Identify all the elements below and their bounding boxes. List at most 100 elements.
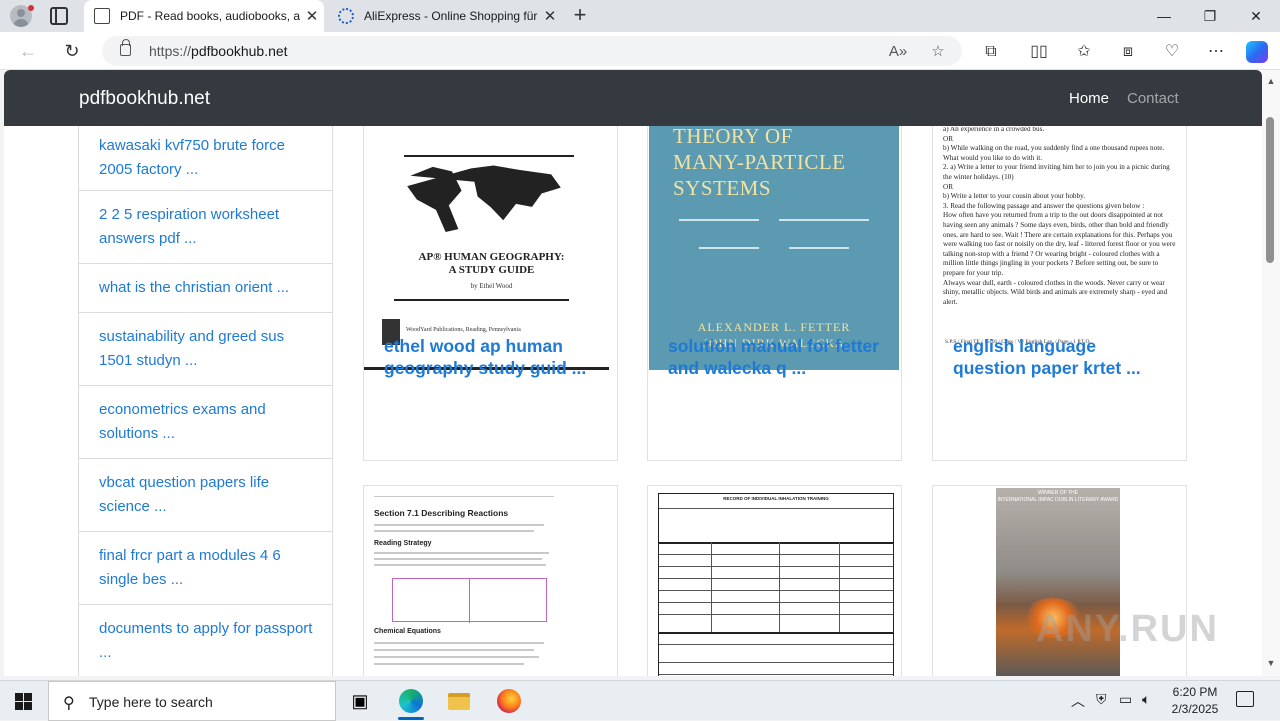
more-menu-icon[interactable]: ⋯: [1204, 41, 1228, 63]
cover-author: by Ethel Wood: [470, 282, 513, 290]
close-tab-icon[interactable]: ✕: [538, 7, 562, 25]
performance-icon[interactable]: ♡: [1160, 41, 1184, 63]
file-explorer-icon[interactable]: [444, 687, 474, 715]
form-column-rule: [839, 542, 840, 632]
cover-rule: [394, 299, 569, 301]
page-heading: Section 7.1 Describing Reactions: [374, 508, 509, 518]
book-cover-image[interactable]: RECORD OF INDIVIDUAL INHALATION TRAINING: [648, 486, 901, 676]
copilot-icon[interactable]: [1246, 41, 1268, 63]
page-line: [374, 552, 549, 554]
address-bar[interactable]: https://pdfbookhub.net A» ☆: [102, 36, 962, 66]
page-subheading: Chemical Equations: [374, 628, 441, 635]
back-icon[interactable]: ←: [14, 38, 42, 64]
book-card[interactable]: a) An experience in a crowded bus. OR b)…: [932, 70, 1187, 461]
firefox-icon[interactable]: [494, 687, 524, 715]
new-tab-icon[interactable]: +: [568, 4, 592, 28]
cover-publisher: WoodYard Publications, Reading, Pennsylv…: [406, 327, 521, 333]
form-rule: [659, 644, 893, 645]
extensions-icon[interactable]: ⧉: [979, 41, 1003, 63]
windows-start-icon[interactable]: [15, 693, 32, 710]
sidebar-link[interactable]: econometrics exams and solutions ...: [79, 385, 332, 458]
site-navbar: pdfbookhub.net Home Contact: [4, 70, 1262, 126]
notification-center-icon[interactable]: [1236, 691, 1254, 707]
tab-aliexpress[interactable]: AliExpress - Online Shopping für ✕: [328, 0, 562, 32]
page-scrollbar[interactable]: ▲ ▼: [1262, 70, 1280, 676]
form-column-rule: [711, 542, 712, 632]
cover-ornament: [699, 247, 759, 249]
book-title-link[interactable]: ethel wood ap human geography study guid…: [384, 335, 604, 379]
form-rule: [659, 590, 893, 591]
book-title-link[interactable]: english language question paper krtet ..…: [953, 335, 1173, 379]
minimize-icon[interactable]: —: [1141, 0, 1187, 32]
url-text[interactable]: https://pdfbookhub.net: [149, 43, 288, 59]
form-title: RECORD OF INDIVIDUAL INHALATION TRAINING: [723, 496, 829, 501]
page-line: [374, 564, 546, 566]
anyrun-watermark: ANY.RUN: [1036, 608, 1219, 650]
favorites-icon[interactable]: ✩: [1072, 41, 1096, 63]
book-title-link[interactable]: solution manual for fetter and walecka q…: [668, 335, 888, 379]
form-rule: [659, 542, 893, 544]
tab-title: PDF - Read books, audiobooks, a: [120, 9, 300, 23]
cover-award-text: WINNER OF THE INTERNATIONAL IMPAC DUBLIN…: [997, 490, 1119, 503]
form-rule: [659, 508, 893, 509]
close-tab-icon[interactable]: ✕: [300, 7, 324, 25]
loading-favicon-icon: [338, 8, 354, 24]
taskbar-clock[interactable]: 6:20 PM 2/3/2025: [1165, 684, 1225, 718]
cover-ornament: [789, 247, 849, 249]
form-frame: RECORD OF INDIVIDUAL INHALATION TRAINING: [658, 493, 894, 676]
page-line: [374, 496, 554, 497]
cover-title: THEORY OF MANY-PARTICLE SYSTEMS: [673, 124, 846, 200]
scroll-up-icon[interactable]: ▲: [1266, 76, 1276, 86]
nav-contact-link[interactable]: Contact: [1127, 90, 1179, 107]
related-links-sidebar: kawasaki kvf750 brute force 2005 factory…: [78, 111, 333, 676]
page-line: [374, 530, 534, 532]
task-view-icon[interactable]: ▣: [345, 687, 375, 715]
book-card[interactable]: RECORD OF INDIVIDUAL INHALATION TRAINING: [647, 485, 902, 676]
cover-rule: [404, 155, 574, 157]
tab-actions-icon[interactable]: [50, 7, 68, 25]
edge-taskbar-icon[interactable]: [396, 687, 426, 715]
form-column-rule: [779, 542, 780, 632]
sidebar-link[interactable]: vbcat question papers life science ...: [79, 458, 332, 531]
tray-security-icon[interactable]: ⛨: [1096, 691, 1107, 708]
form-rule: [659, 566, 893, 567]
book-cover-image[interactable]: Section 7.1 Describing Reactions Reading…: [364, 486, 617, 676]
tab-pdfbookhub[interactable]: PDF - Read books, audiobooks, a ✕: [84, 0, 324, 32]
form-rule: [659, 632, 893, 634]
page-line: [374, 642, 544, 644]
sidebar-link[interactable]: 2 2 5 respiration worksheet answers pdf …: [79, 190, 332, 263]
page-line: [374, 524, 544, 526]
book-card[interactable]: Section 7.1 Describing Reactions Reading…: [363, 485, 618, 676]
nav-home-link[interactable]: Home: [1069, 90, 1109, 107]
exam-page-text: a) An experience in a crowded bus. OR b)…: [943, 127, 1176, 306]
sidebar-link[interactable]: what is the christian orient ...: [79, 263, 332, 312]
lock-icon[interactable]: [120, 39, 131, 56]
site-brand[interactable]: pdfbookhub.net: [79, 88, 210, 110]
tab-title: AliExpress - Online Shopping für: [364, 9, 538, 23]
read-aloud-icon[interactable]: A»: [887, 41, 909, 63]
world-map-graphic: [407, 165, 561, 233]
network-icon[interactable]: ▭: [1119, 691, 1132, 708]
collections-icon[interactable]: ⧈: [1116, 41, 1140, 63]
taskbar-search-box[interactable]: ⚲ Type here to search: [48, 681, 336, 721]
scroll-thumb[interactable]: [1266, 117, 1274, 263]
book-card[interactable]: AP® HUMAN GEOGRAPHY: A STUDY GUIDE by Et…: [363, 70, 618, 461]
volume-icon[interactable]: 🔈︎: [1142, 691, 1150, 708]
book-card[interactable]: THEORY OF MANY-PARTICLE SYSTEMS ALEXANDE…: [647, 70, 902, 461]
tray-overflow-icon[interactable]: ︿: [1071, 691, 1085, 711]
sidebar-link[interactable]: sustainability and greed sus 1501 studyn…: [79, 312, 332, 385]
page-line: [374, 558, 542, 560]
sidebar-link[interactable]: final frcr part a modules 4 6 single bes…: [79, 531, 332, 604]
tab-strip: PDF - Read books, audiobooks, a ✕ AliExp…: [0, 0, 1280, 32]
profile-notification-dot: [28, 5, 34, 11]
close-window-icon[interactable]: ✕: [1233, 0, 1279, 32]
favorite-star-icon[interactable]: ☆: [927, 41, 949, 63]
form-rule: [659, 614, 893, 615]
split-screen-icon[interactable]: ▯▯: [1027, 41, 1051, 63]
page-favicon-icon: [94, 8, 110, 24]
sidebar-link[interactable]: documents to apply for passport ...: [79, 604, 332, 676]
refresh-icon[interactable]: ↻: [58, 38, 86, 64]
scroll-down-icon[interactable]: ▼: [1266, 658, 1276, 668]
cover-ornament: [679, 219, 759, 221]
restore-icon[interactable]: ❐: [1187, 0, 1233, 32]
